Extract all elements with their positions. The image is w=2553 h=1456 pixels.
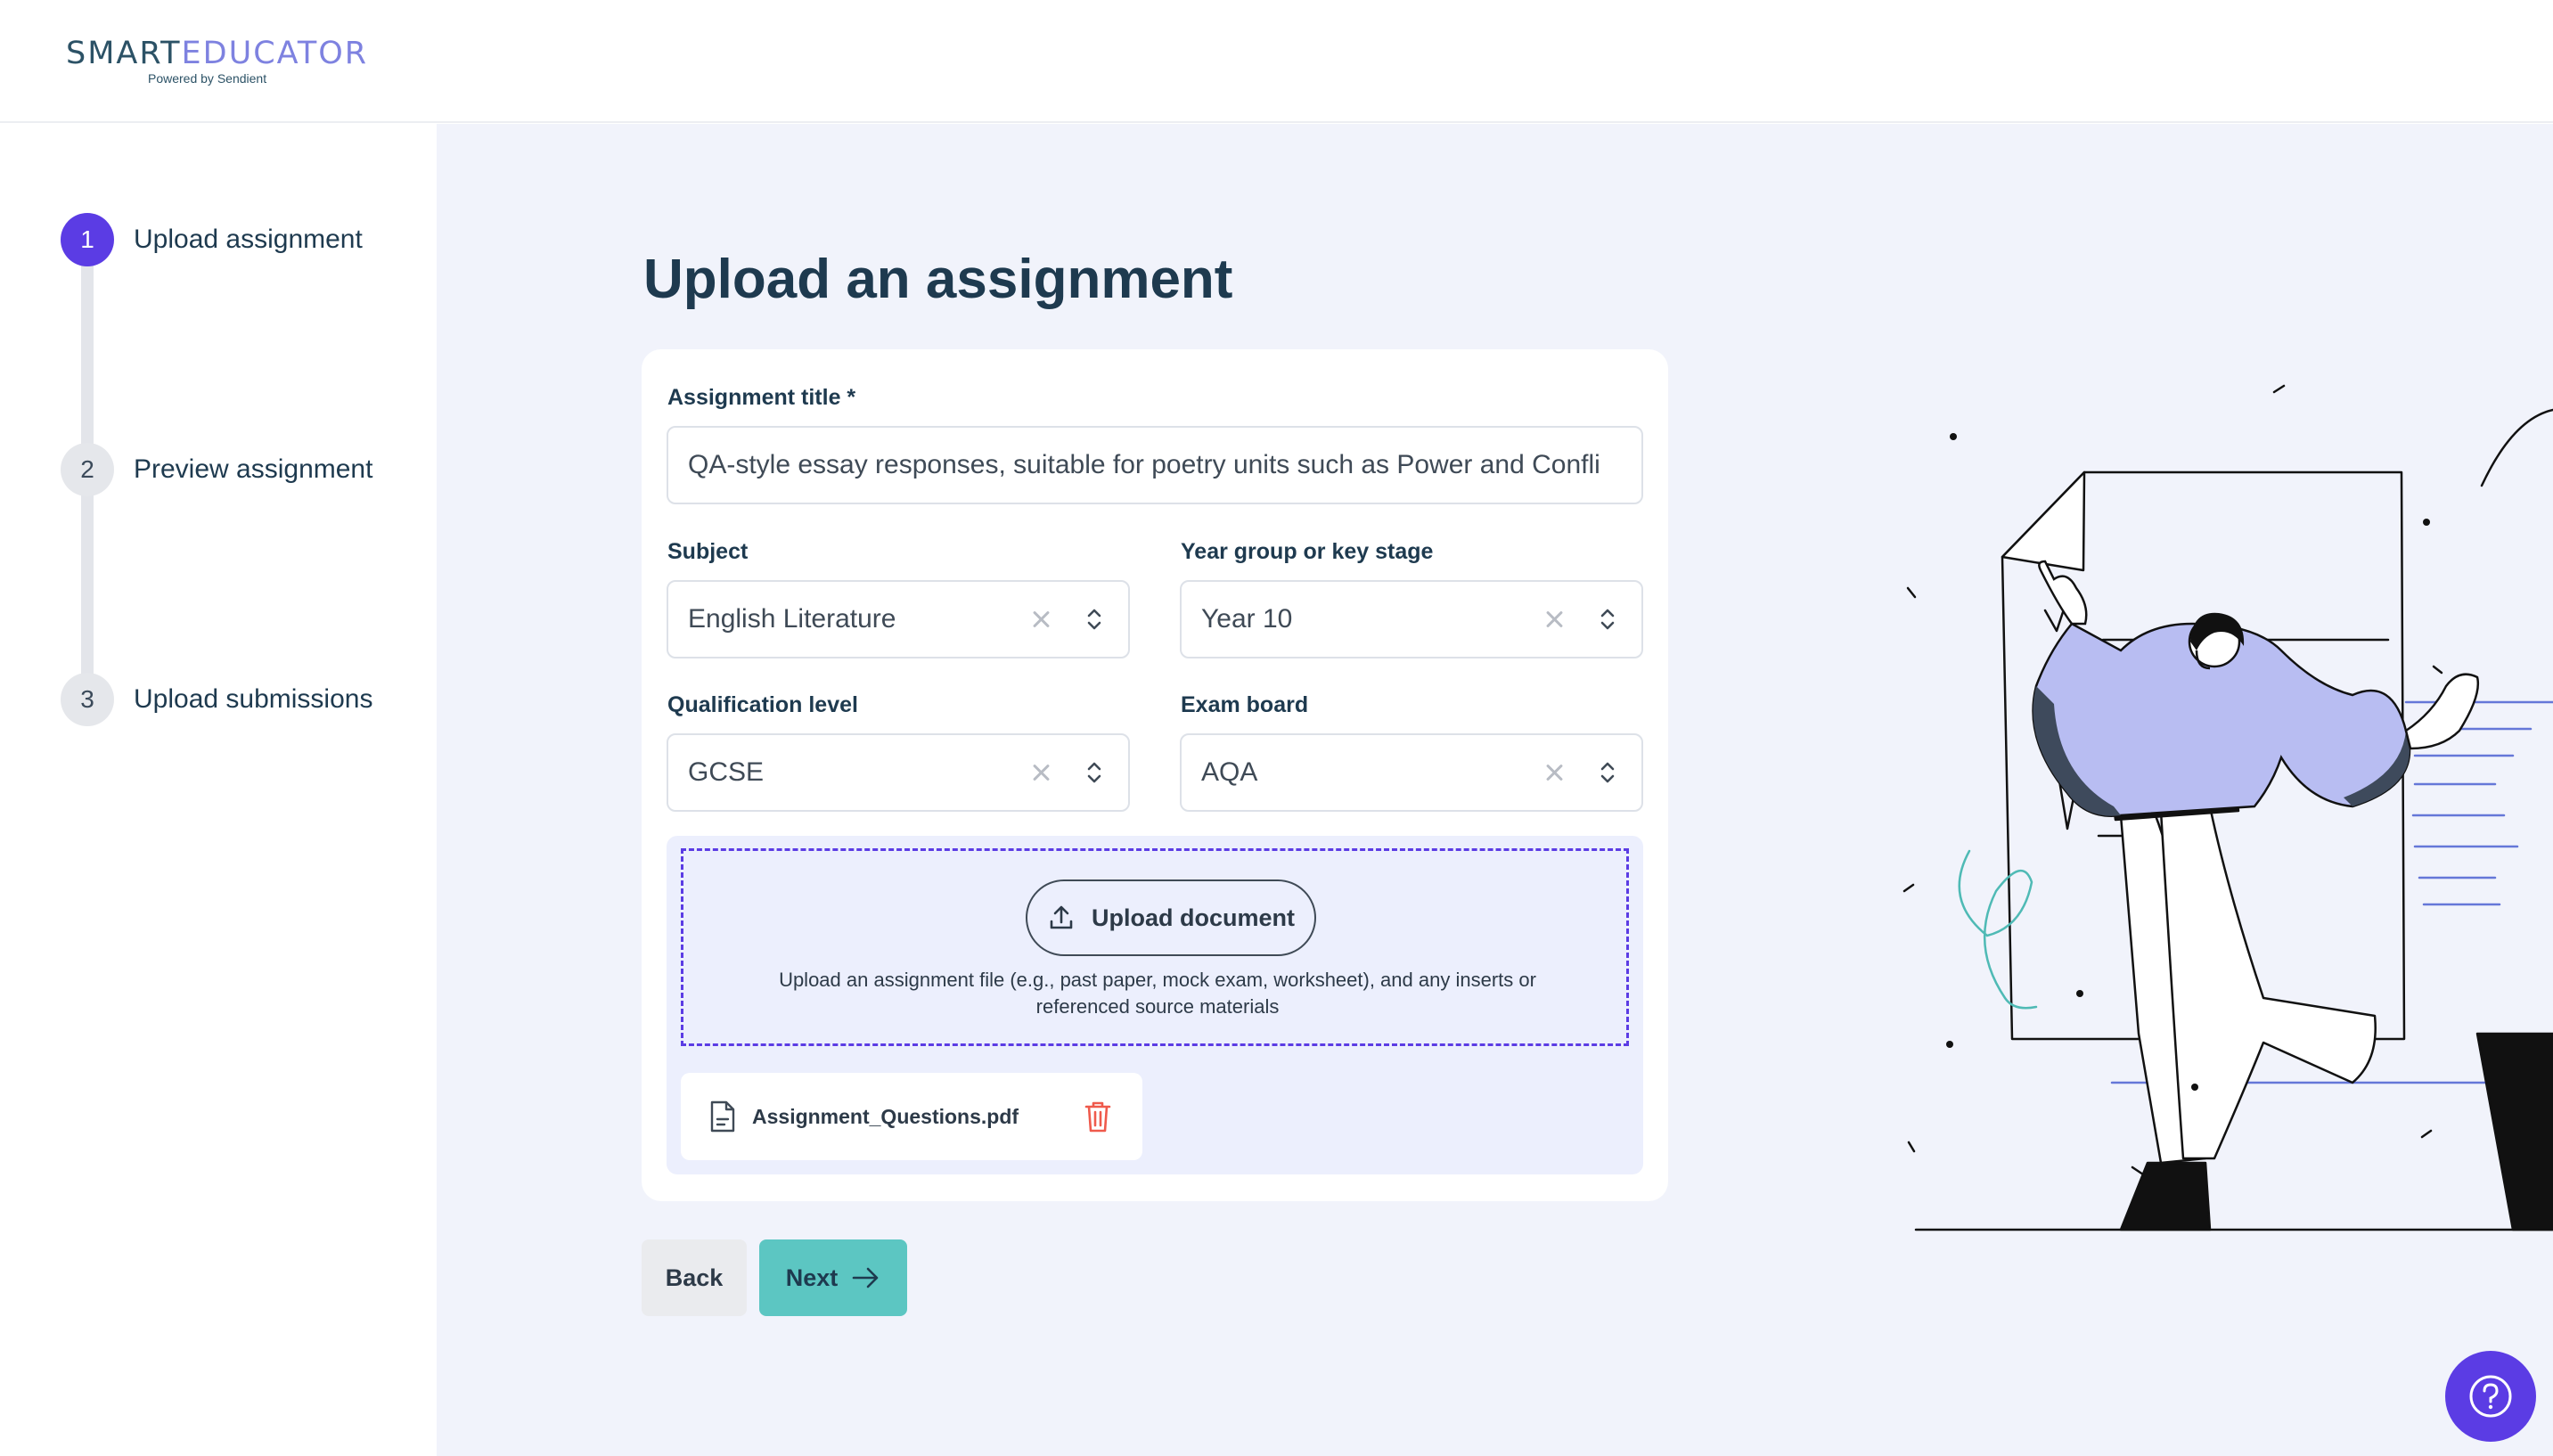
clear-icon[interactable]: [1030, 762, 1051, 783]
upload-panel: Upload document Upload an assignment fil…: [667, 836, 1643, 1174]
step-number-badge: 2: [61, 443, 114, 496]
step-label: Upload submissions: [134, 684, 373, 714]
logo-tagline: Powered by Sendient: [148, 71, 267, 86]
uploaded-file-name: Assignment_Questions.pdf: [752, 1104, 1019, 1128]
year-group-select[interactable]: Year 10: [1180, 580, 1643, 658]
next-button-label: Next: [785, 1264, 839, 1291]
step-upload-submissions[interactable]: 3 Upload submissions: [61, 673, 372, 726]
step-preview-assignment[interactable]: 2 Preview assignment: [61, 443, 372, 496]
document-icon: [710, 1100, 735, 1133]
top-header: SMARTEDUCATOR Powered by Sendient: [0, 0, 2553, 123]
year-group-value: Year 10: [1201, 604, 1293, 634]
step-upload-assignment[interactable]: 1 Upload assignment: [61, 213, 363, 266]
clear-icon[interactable]: [1543, 609, 1565, 630]
back-button[interactable]: Back: [642, 1239, 747, 1316]
assignment-title-value: QA-style essay responses, suitable for p…: [688, 450, 1600, 479]
upload-help-text: Upload an assignment file (e.g., past pa…: [779, 969, 1536, 1018]
qualification-select[interactable]: GCSE: [667, 733, 1130, 812]
upload-document-button[interactable]: Upload document: [1026, 879, 1316, 956]
upload-button-label: Upload document: [1092, 904, 1295, 931]
smarteducator-logo[interactable]: SMARTEDUCATOR Powered by Sendient: [66, 36, 369, 89]
chevron-up-down-icon: [1600, 762, 1615, 783]
arrow-right-icon: [852, 1267, 879, 1288]
qualification-label: Qualification level: [667, 692, 858, 717]
stepper-sidebar: 1 Upload assignment 2 Preview assignment…: [0, 124, 437, 1456]
trash-icon[interactable]: [1084, 1100, 1112, 1133]
page-title: Upload an assignment: [643, 249, 1233, 310]
next-button[interactable]: Next: [759, 1239, 907, 1316]
exam-board-label: Exam board: [1181, 692, 1309, 717]
exam-board-select[interactable]: AQA: [1180, 733, 1643, 812]
file-dropzone[interactable]: Upload document Upload an assignment fil…: [681, 848, 1629, 1046]
chevron-up-down-icon: [1087, 609, 1101, 630]
assignment-title-label: Assignment title *: [667, 385, 856, 410]
logo-wordmark: SMARTEDUCATOR: [66, 36, 369, 71]
chevron-up-down-icon: [1087, 762, 1101, 783]
subject-value: English Literature: [688, 604, 896, 634]
help-button[interactable]: [2445, 1351, 2536, 1442]
teacher-illustration: [1902, 384, 2553, 1231]
upload-icon: [1050, 905, 1073, 929]
step-number-badge: 3: [61, 673, 114, 726]
step-label: Preview assignment: [134, 454, 373, 484]
subject-select[interactable]: English Literature: [667, 580, 1130, 658]
question-circle-icon: [2469, 1375, 2512, 1418]
uploaded-file-chip: Assignment_Questions.pdf: [681, 1073, 1142, 1160]
clear-icon[interactable]: [1030, 609, 1051, 630]
step-label: Upload assignment: [134, 225, 363, 254]
exam-board-value: AQA: [1201, 757, 1258, 787]
clear-icon[interactable]: [1543, 762, 1565, 783]
assignment-title-input[interactable]: QA-style essay responses, suitable for p…: [667, 426, 1643, 504]
step-number-badge: 1: [61, 213, 114, 266]
chevron-up-down-icon: [1600, 609, 1615, 630]
year-group-label: Year group or key stage: [1181, 539, 1434, 564]
subject-label: Subject: [667, 539, 749, 564]
qualification-value: GCSE: [688, 757, 765, 787]
